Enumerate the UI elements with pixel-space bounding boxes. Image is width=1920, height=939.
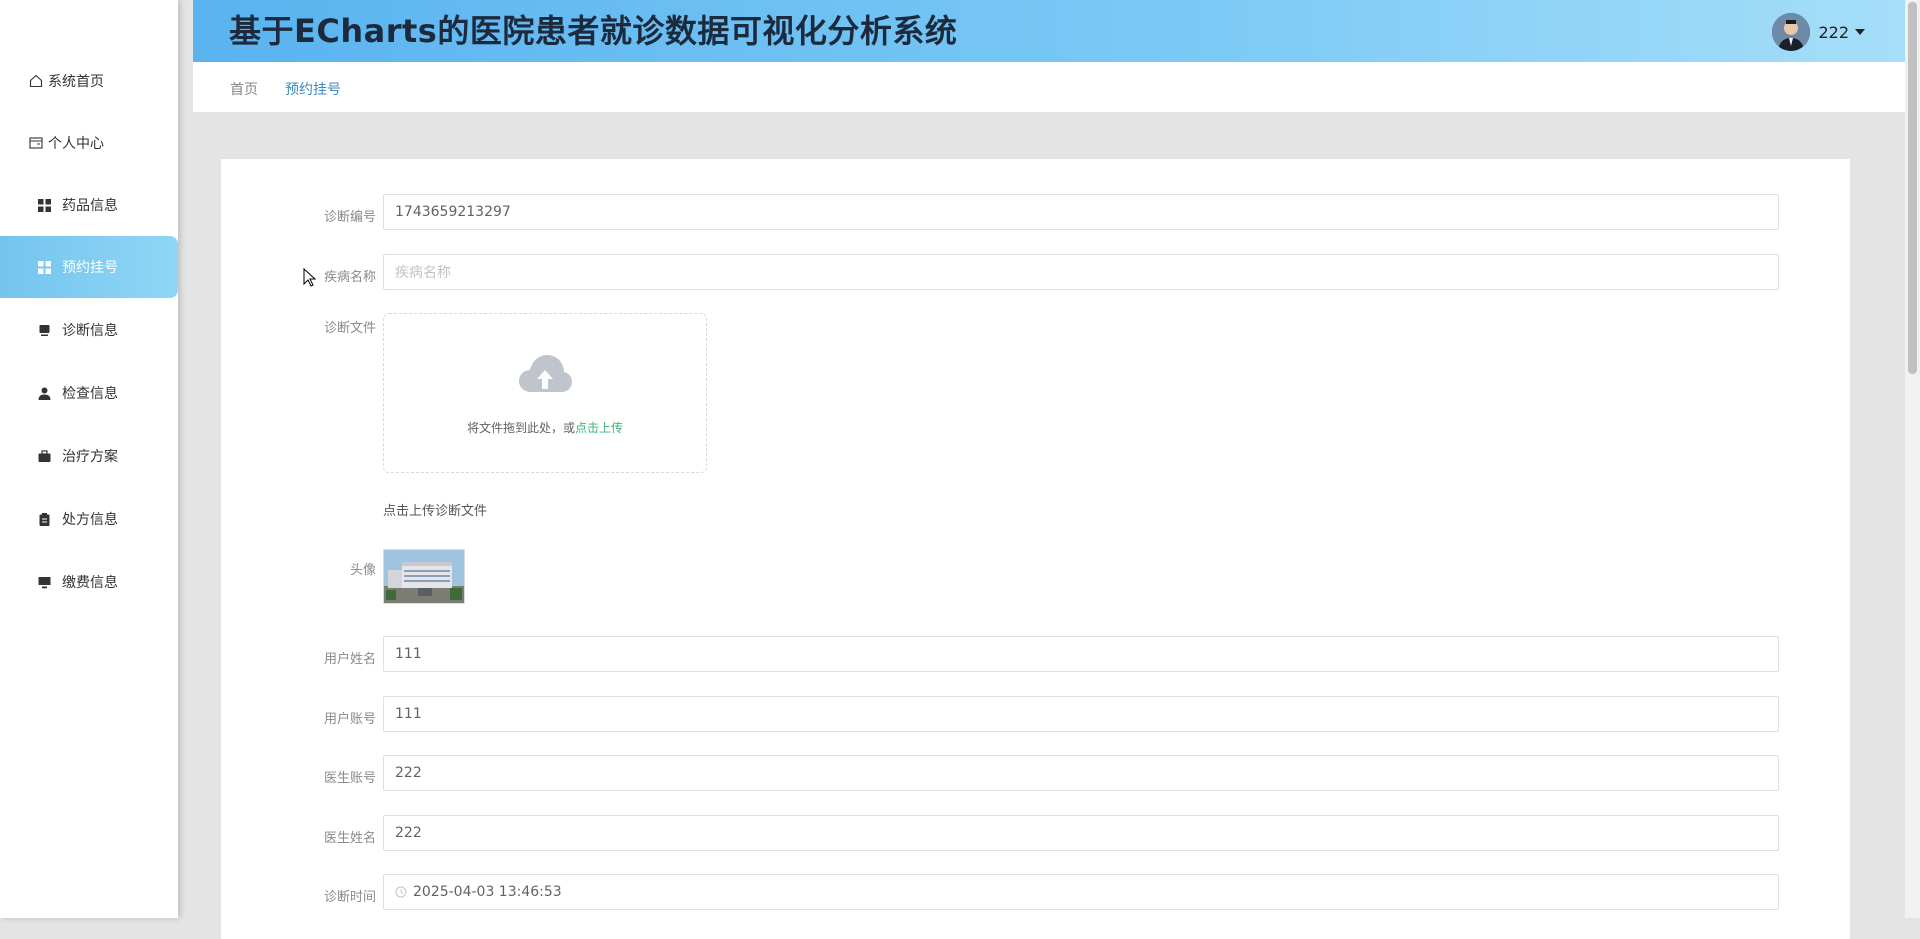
user-account-field[interactable]: 111 bbox=[383, 696, 1779, 732]
vertical-scrollbar[interactable] bbox=[1905, 0, 1920, 918]
avatar-image[interactable] bbox=[383, 549, 465, 604]
diag-no-label: 诊断编号 bbox=[323, 210, 376, 225]
breadcrumb: 首页 预约挂号 bbox=[193, 62, 1905, 112]
briefcase-icon bbox=[36, 448, 52, 464]
top-header: 基于ECharts的医院患者就诊数据可视化分析系统 222 bbox=[193, 0, 1905, 62]
home-icon bbox=[28, 73, 44, 89]
sidebar-item-personal-center[interactable]: 个人中心 bbox=[0, 112, 178, 174]
monitor-icon bbox=[36, 322, 52, 338]
user-name-field[interactable]: 111 bbox=[383, 636, 1779, 672]
sidebar-item-label: 预约挂号 bbox=[62, 260, 118, 276]
upload-link[interactable]: 点击上传 bbox=[575, 421, 623, 435]
scrollbar-thumb[interactable] bbox=[1908, 2, 1917, 374]
diag-time-label: 诊断时间 bbox=[323, 890, 376, 905]
clipboard-icon bbox=[36, 511, 52, 527]
chevron-down-icon[interactable] bbox=[1855, 29, 1865, 35]
user-name-label: 用户姓名 bbox=[323, 652, 376, 667]
diag-time-field[interactable]: 2025-04-03 13:46:53 bbox=[383, 874, 1779, 910]
sidebar-item-label: 药品信息 bbox=[62, 198, 118, 214]
sidebar-item-label: 系统首页 bbox=[48, 74, 104, 90]
sidebar: 系统首页 个人中心 药品信息 预约挂号 诊断信息 检查信息 治疗方案 处方信息 … bbox=[0, 0, 178, 918]
user-avatar[interactable] bbox=[1772, 13, 1811, 51]
desktop-icon bbox=[36, 574, 52, 590]
sidebar-item-label: 诊断信息 bbox=[62, 323, 118, 339]
breadcrumb-home[interactable]: 首页 bbox=[230, 79, 258, 99]
disease-label: 疾病名称 bbox=[323, 270, 376, 285]
breadcrumb-current: 预约挂号 bbox=[285, 82, 341, 98]
mouse-cursor-icon bbox=[303, 267, 317, 292]
diag-time-value: 2025-04-03 13:46:53 bbox=[413, 884, 562, 900]
user-menu[interactable]: 222 bbox=[1772, 13, 1865, 51]
sidebar-item-label: 处方信息 bbox=[62, 512, 118, 528]
doctor-name-label: 医生姓名 bbox=[323, 831, 376, 846]
clock-icon bbox=[395, 886, 407, 898]
username: 222 bbox=[1818, 22, 1849, 42]
disease-input[interactable]: 疾病名称 bbox=[383, 254, 1779, 290]
form-panel: 诊断编号 1743659213297 疾病名称 疾病名称 诊断文件 将文件拖到此… bbox=[221, 159, 1850, 939]
sidebar-item-drug-info[interactable]: 药品信息 bbox=[0, 174, 178, 236]
user-account-label: 用户账号 bbox=[323, 712, 376, 727]
avatar-label: 头像 bbox=[349, 563, 376, 578]
grid-icon bbox=[36, 259, 52, 275]
sidebar-item-home[interactable]: 系统首页 bbox=[0, 50, 178, 112]
sidebar-item-label: 缴费信息 bbox=[62, 575, 118, 591]
cloud-upload-icon bbox=[517, 352, 573, 400]
doctor-account-field[interactable]: 222 bbox=[383, 755, 1779, 791]
sidebar-item-label: 检查信息 bbox=[62, 386, 118, 402]
file-upload-dropzone[interactable]: 将文件拖到此处，或点击上传 bbox=[383, 313, 707, 473]
upload-hint: 点击上传诊断文件 bbox=[383, 504, 488, 519]
file-label: 诊断文件 bbox=[323, 321, 376, 336]
doctor-name-field[interactable]: 222 bbox=[383, 815, 1779, 851]
sidebar-item-label: 治疗方案 bbox=[62, 449, 118, 465]
sidebar-item-label: 个人中心 bbox=[48, 136, 104, 152]
card-icon bbox=[28, 135, 44, 151]
doctor-account-label: 医生账号 bbox=[323, 771, 376, 786]
sidebar-item-appointment[interactable]: 预约挂号 bbox=[0, 236, 178, 298]
upload-drop-text: 将文件拖到此处，或 bbox=[466, 421, 575, 435]
sidebar-item-diagnosis-info[interactable]: 诊断信息 bbox=[0, 299, 178, 361]
sidebar-item-prescription-info[interactable]: 处方信息 bbox=[0, 488, 178, 550]
upload-text: 将文件拖到此处，或点击上传 bbox=[384, 419, 706, 436]
app-title: 基于ECharts的医院患者就诊数据可视化分析系统 bbox=[229, 12, 958, 50]
sidebar-item-payment-info[interactable]: 缴费信息 bbox=[0, 551, 178, 613]
sidebar-item-exam-info[interactable]: 检查信息 bbox=[0, 362, 178, 424]
grid-icon bbox=[36, 197, 52, 213]
sidebar-item-treatment-plan[interactable]: 治疗方案 bbox=[0, 425, 178, 487]
diag-no-field[interactable]: 1743659213297 bbox=[383, 194, 1779, 230]
user-icon bbox=[36, 385, 52, 401]
